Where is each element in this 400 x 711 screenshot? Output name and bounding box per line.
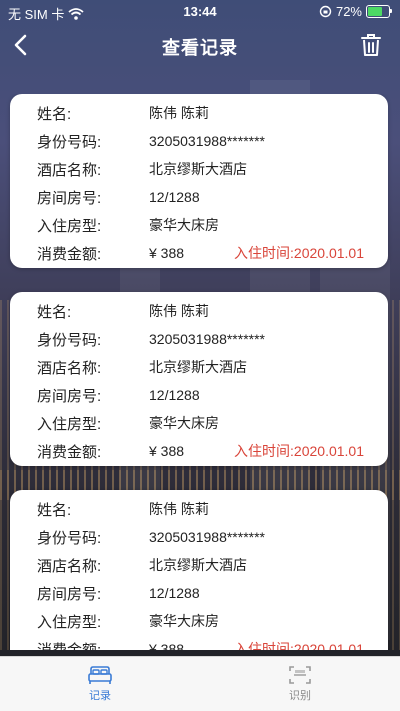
tab-recognize-label: 识别 [289, 690, 311, 702]
tab-records[interactable]: 记录 [0, 657, 200, 711]
tab-records-label: 记录 [89, 690, 111, 702]
amount-row: 消费金额: ¥ 388 入住时间:2020.01.01 [37, 636, 382, 650]
id-number-value: 3205031988******* [149, 331, 265, 347]
room-type-value: 豪华大床房 [149, 415, 219, 431]
name-label: 姓名: [37, 501, 72, 519]
id-number-value: 3205031988******* [149, 133, 265, 149]
tab-recognize[interactable]: 识别 [200, 657, 400, 711]
id-number-value: 3205031988******* [149, 529, 265, 545]
name-label: 姓名: [37, 303, 72, 321]
room-type-label: 入住房型: [37, 217, 102, 235]
tab-bar: 记录 识别 [0, 656, 400, 711]
amount-row: 消费金额: ¥ 388 入住时间:2020.01.01 [37, 240, 382, 266]
orientation-lock-icon [319, 5, 332, 18]
room-number-value: 12/1288 [149, 189, 200, 205]
room-number-row: 房间房号: 12/1288 [37, 184, 382, 210]
hotel-row: 酒店名称: 北京缪斯大酒店 [37, 552, 382, 578]
id-number-label: 身份号码: [37, 529, 102, 547]
id-row: 身份号码: 3205031988******* [37, 128, 382, 154]
record-card[interactable]: 姓名: 陈伟 陈莉 身份号码: 3205031988******* 酒店名称: 北京缪… [10, 94, 388, 268]
hotel-row: 酒店名称: 北京缪斯大酒店 [37, 156, 382, 182]
room-type-row: 入住房型: 豪华大床房 [37, 410, 382, 436]
room-number-value: 12/1288 [149, 585, 200, 601]
name-value: 陈伟 陈莉 [149, 501, 209, 517]
room-number-label: 房间房号: [37, 387, 102, 405]
name-row: 姓名: 陈伟 陈莉 [37, 298, 382, 324]
hotel-name-label: 酒店名称: [37, 359, 102, 377]
room-number-row: 房间房号: 12/1288 [37, 580, 382, 606]
room-number-row: 房间房号: 12/1288 [37, 382, 382, 408]
name-value: 陈伟 陈莉 [149, 105, 209, 121]
room-type-label: 入住房型: [37, 613, 102, 631]
amount-row: 消费金额: ¥ 388 入住时间:2020.01.01 [37, 438, 382, 464]
name-row: 姓名: 陈伟 陈莉 [37, 496, 382, 522]
bed-icon [88, 666, 112, 684]
amount-label: 消费金额: [37, 245, 102, 263]
hotel-row: 酒店名称: 北京缪斯大酒店 [37, 354, 382, 380]
amount-value: ¥ 388 [149, 641, 185, 650]
hotel-name-label: 酒店名称: [37, 161, 102, 179]
checkin-time: 入住时间:2020.01.01 [234, 641, 364, 650]
trash-icon [361, 34, 381, 56]
hotel-name-value: 北京缪斯大酒店 [149, 557, 247, 573]
checkin-time: 入住时间:2020.01.01 [234, 443, 364, 459]
amount-label: 消费金额: [37, 443, 102, 461]
room-type-value: 豪华大床房 [149, 613, 219, 629]
room-number-label: 房间房号: [37, 189, 102, 207]
amount-label: 消费金额: [37, 641, 102, 651]
room-type-row: 入住房型: 豪华大床房 [37, 212, 382, 238]
name-row: 姓名: 陈伟 陈莉 [37, 100, 382, 126]
checkin-time: 入住时间:2020.01.01 [234, 245, 364, 261]
page-title: 查看记录 [162, 38, 238, 58]
record-list[interactable]: 姓名: 陈伟 陈莉 身份号码: 3205031988******* 酒店名称: 北京缪… [0, 94, 400, 650]
battery-icon [366, 5, 392, 18]
hotel-name-value: 北京缪斯大酒店 [149, 359, 247, 375]
amount-value: ¥ 388 [149, 443, 185, 459]
id-number-label: 身份号码: [37, 133, 102, 151]
amount-value: ¥ 388 [149, 245, 185, 261]
record-card[interactable]: 姓名: 陈伟 陈莉 身份号码: 3205031988******* 酒店名称: 北京缪… [10, 490, 388, 650]
ocr-scan-icon [289, 666, 311, 684]
room-type-row: 入住房型: 豪华大床房 [37, 608, 382, 634]
id-row: 身份号码: 3205031988******* [37, 326, 382, 352]
room-type-label: 入住房型: [37, 415, 102, 433]
record-card[interactable]: 姓名: 陈伟 陈莉 身份号码: 3205031988******* 酒店名称: 北京缪… [10, 292, 388, 466]
hotel-name-value: 北京缪斯大酒店 [149, 161, 247, 177]
id-row: 身份号码: 3205031988******* [37, 524, 382, 550]
room-type-value: 豪华大床房 [149, 217, 219, 233]
delete-button[interactable] [356, 30, 386, 60]
room-number-value: 12/1288 [149, 387, 200, 403]
battery-percent: 72% [335, 4, 362, 19]
room-number-label: 房间房号: [37, 585, 102, 603]
status-bar: 无 SIM 卡 13:44 72% [0, 0, 400, 24]
id-number-label: 身份号码: [37, 331, 102, 349]
navigation-bar: 查看记录 [0, 24, 400, 66]
hotel-name-label: 酒店名称: [37, 557, 102, 575]
name-label: 姓名: [37, 105, 72, 123]
name-value: 陈伟 陈莉 [149, 303, 209, 319]
